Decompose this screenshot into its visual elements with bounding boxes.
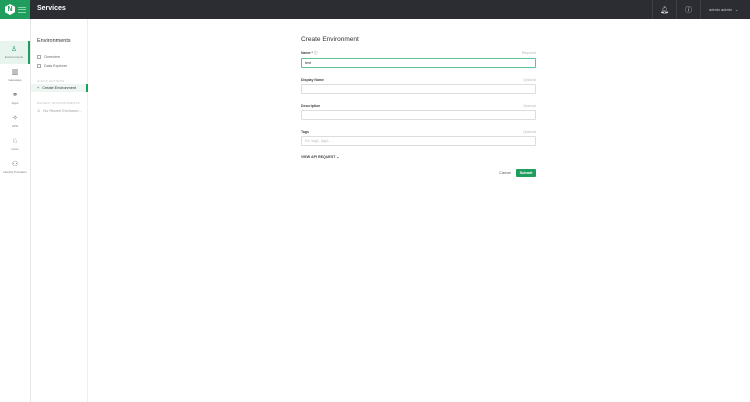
- recent-environments-heading: RECENT ENVIRONMENTS: [37, 101, 80, 105]
- nav-overview[interactable]: Overview: [37, 55, 60, 59]
- tags-label: Tags: [301, 130, 309, 134]
- rail-label: Environments: [4, 55, 24, 59]
- rail-item-apis[interactable]: ✧ APIs: [0, 110, 30, 133]
- cancel-button[interactable]: Cancel: [499, 171, 511, 175]
- top-bar: N Services 🔔︎ ⓘ admin admin ⌄: [0, 0, 750, 19]
- display-name-label: Display Name: [301, 78, 324, 82]
- rail-item-apps[interactable]: ⚭ Apps: [0, 87, 30, 110]
- rail-label: Certs: [11, 147, 19, 151]
- rail-item-gateways[interactable]: ▥ Gateways: [0, 64, 30, 87]
- api-request-label: VIEW API REQUEST: [301, 155, 336, 159]
- description-optional: Optional: [522, 104, 536, 108]
- rail-label: Apps: [11, 101, 19, 105]
- identity-icon: ⚇: [11, 161, 19, 168]
- info-icon[interactable]: ⓘ: [314, 51, 318, 55]
- certificate-icon: ♘: [11, 138, 19, 145]
- submit-button[interactable]: Submit: [516, 169, 536, 177]
- no-recent-environments: ♙ No Recent Environm...: [37, 108, 82, 114]
- environments-panel: Environments Overview Data Explorer QUIC…: [31, 19, 88, 402]
- name-label: Name * ⓘ: [301, 51, 318, 55]
- rail-item-environments[interactable]: ♙ Environments: [0, 41, 30, 64]
- description-label: Description: [301, 104, 321, 108]
- quick-actions-heading: QUICK ACTIONS: [37, 79, 65, 83]
- app-title: Services: [37, 5, 66, 12]
- nav-data-explorer[interactable]: Data Explorer: [37, 64, 67, 68]
- create-environment-form: Create Environment Name * ⓘ Required test…: [301, 36, 536, 177]
- tags-optional: Optional: [522, 130, 536, 134]
- chevron-down-icon: ⌄: [336, 155, 340, 159]
- display-name-input[interactable]: [301, 84, 536, 94]
- environment-icon: ♙: [37, 109, 41, 113]
- bell-icon: 🔔︎: [660, 6, 669, 14]
- left-rail: ♙ Environments ▥ Gateways ⚭ Apps ✧ APIs ♘ Cer…: [0, 19, 31, 402]
- nav-label: Data Explorer: [44, 64, 68, 68]
- page-title: Create Environment: [301, 36, 359, 43]
- help-icon: ⓘ: [685, 6, 692, 14]
- panel-title: Environments: [37, 38, 71, 44]
- apps-icon: ⚭: [12, 92, 18, 99]
- plus-icon: +: [37, 86, 40, 90]
- nav-label: Overview: [44, 55, 60, 59]
- view-api-request-toggle[interactable]: VIEW API REQUEST ⌄: [301, 155, 536, 159]
- rail-item-identity-providers[interactable]: ⚇ Identity Providers: [0, 156, 30, 179]
- name-input[interactable]: test: [301, 58, 536, 68]
- logo-mark: N: [5, 4, 15, 15]
- rail-item-certs[interactable]: ♘ Certs: [0, 133, 30, 156]
- rail-label: Identity Providers: [3, 170, 27, 174]
- api-icon: ✧: [12, 115, 18, 122]
- display-name-optional: Optional: [522, 78, 536, 82]
- overview-icon: [37, 55, 41, 59]
- nav-label: No Recent Environm...: [43, 108, 82, 113]
- menu-icon[interactable]: [18, 6, 26, 13]
- description-input[interactable]: [301, 110, 536, 120]
- user-menu[interactable]: admin admin ⌄: [700, 0, 750, 19]
- notifications-button[interactable]: 🔔︎: [652, 0, 676, 19]
- environments-icon: ♙: [10, 46, 18, 53]
- name-required: Required: [521, 51, 536, 55]
- gateway-icon: ▥: [11, 69, 19, 76]
- nav-create-environment[interactable]: + Create Environment: [37, 86, 76, 90]
- help-button[interactable]: ⓘ: [676, 0, 700, 19]
- rail-label: APIs: [11, 124, 19, 128]
- chevron-down-icon: ⌄: [734, 7, 739, 12]
- rail-label: Gateways: [8, 78, 22, 82]
- tags-input[interactable]: Ex: tag1, tag2, ...: [301, 136, 536, 146]
- user-name: admin admin: [709, 7, 732, 12]
- logo[interactable]: N: [0, 0, 30, 19]
- data-explorer-icon: [37, 64, 41, 68]
- nav-label: Create Environment: [42, 86, 76, 90]
